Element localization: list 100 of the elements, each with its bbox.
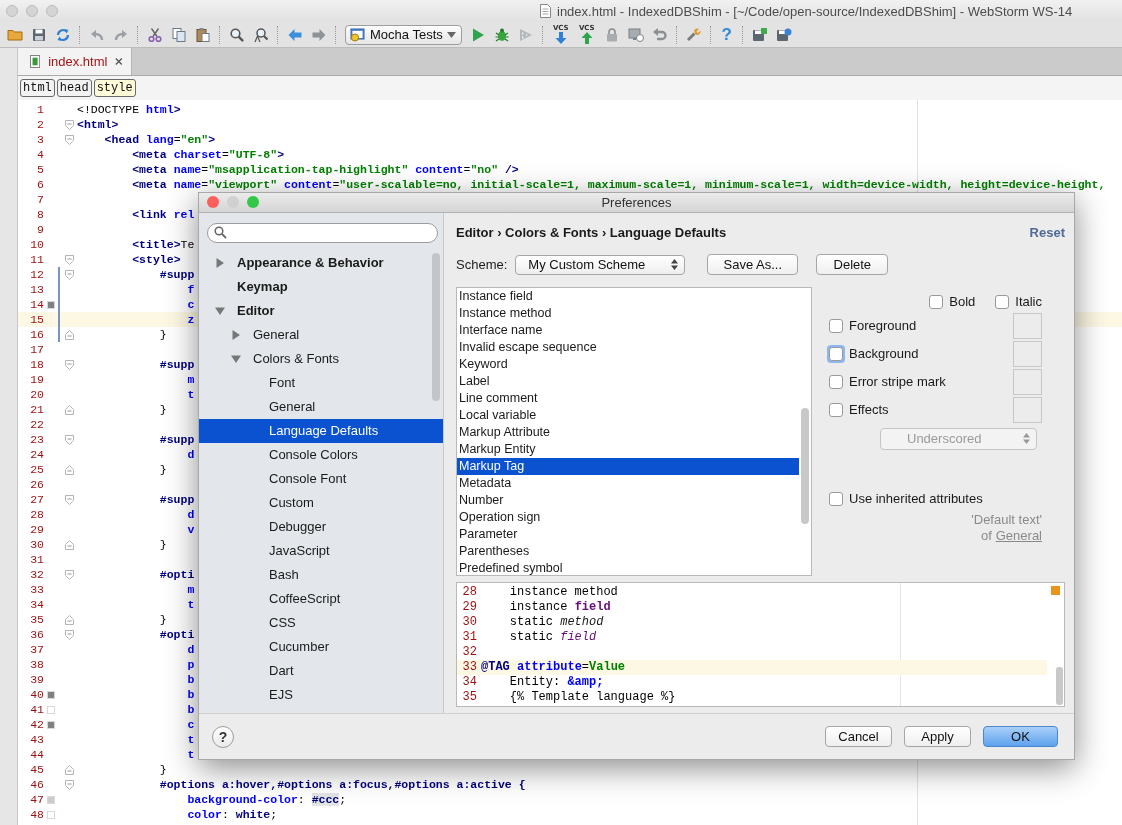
- fold-icon[interactable]: [65, 434, 74, 445]
- color-swatch[interactable]: [1013, 396, 1042, 423]
- monitor-icon[interactable]: [627, 26, 644, 43]
- fold-icon[interactable]: [65, 329, 74, 340]
- list-item[interactable]: Parameter: [457, 525, 799, 543]
- triangle-down-icon[interactable]: [215, 305, 225, 316]
- checkbox[interactable]: [929, 294, 944, 309]
- checkbox[interactable]: [829, 491, 843, 506]
- tree-item[interactable]: Appearance & Behavior: [199, 250, 443, 275]
- save-as-button[interactable]: Save As...: [707, 254, 799, 276]
- tree-item[interactable]: Cucumber: [199, 634, 443, 659]
- scrollbar[interactable]: [1056, 666, 1063, 705]
- breadcrumb[interactable]: style: [93, 79, 136, 97]
- fold-icon[interactable]: [65, 269, 74, 280]
- reset-link[interactable]: Reset: [1029, 225, 1065, 241]
- tree-item[interactable]: CoffeeScript: [199, 586, 443, 611]
- triangle-down-icon[interactable]: [231, 353, 241, 364]
- list-item[interactable]: Predefined symbol: [457, 559, 799, 575]
- tree-item[interactable]: Debugger: [199, 514, 443, 539]
- minimize-button[interactable]: [26, 5, 38, 17]
- list-item[interactable]: Operation sign: [457, 508, 799, 526]
- scrollbar[interactable]: [801, 407, 809, 524]
- cut-icon[interactable]: [147, 26, 163, 43]
- tree-item[interactable]: Console Colors: [199, 442, 443, 467]
- list-item[interactable]: Instance field: [457, 287, 799, 305]
- dialog-button[interactable]: Cancel: [825, 726, 892, 748]
- tree-item[interactable]: General: [199, 394, 443, 419]
- editor-tab[interactable]: index.html: [18, 48, 132, 75]
- tree-item[interactable]: Console Font: [199, 466, 443, 491]
- fold-icon[interactable]: [65, 464, 74, 475]
- checkbox[interactable]: [829, 402, 843, 417]
- bug-icon[interactable]: [493, 26, 510, 43]
- fold-icon[interactable]: [65, 254, 74, 265]
- zoom-button[interactable]: [247, 196, 259, 209]
- fold-icon[interactable]: [65, 764, 74, 775]
- list-item[interactable]: Parentheses: [457, 542, 799, 560]
- tree-item[interactable]: General: [199, 322, 443, 347]
- color-swatch[interactable]: [1013, 312, 1042, 339]
- fold-icon[interactable]: [65, 359, 74, 370]
- tree-item[interactable]: JavaScript: [199, 538, 443, 563]
- fold-icon[interactable]: [65, 404, 74, 415]
- fold-icon[interactable]: [65, 119, 74, 130]
- triangle-right-icon[interactable]: [215, 257, 225, 268]
- checkbox[interactable]: [829, 318, 843, 333]
- fold-icon[interactable]: [65, 569, 74, 580]
- checkered-arrow-icon[interactable]: [517, 26, 534, 43]
- fold-icon[interactable]: [65, 539, 74, 550]
- tree-item[interactable]: Colors & Fonts: [199, 346, 443, 371]
- list-item[interactable]: Instance method: [457, 304, 799, 322]
- zoom-button[interactable]: [46, 5, 58, 17]
- search-icon[interactable]: [229, 26, 245, 43]
- fold-icon[interactable]: [65, 494, 74, 505]
- dialog-button[interactable]: OK: [983, 726, 1058, 748]
- curved-arrow-icon[interactable]: [651, 26, 668, 43]
- minimize-button[interactable]: [227, 196, 239, 209]
- magnifier-icon[interactable]: [253, 26, 269, 43]
- paste-icon[interactable]: [195, 26, 211, 43]
- list-item[interactable]: Local variable: [457, 406, 799, 424]
- list-item[interactable]: Number: [457, 491, 799, 509]
- close-button[interactable]: [6, 5, 18, 17]
- color-swatch[interactable]: [1013, 368, 1042, 395]
- run-configuration-dropdown[interactable]: Mocha Tests: [345, 24, 462, 45]
- tree-item[interactable]: Custom: [199, 490, 443, 515]
- checkbox[interactable]: [995, 294, 1010, 309]
- fold-icon[interactable]: [65, 614, 74, 625]
- scheme-dropdown[interactable]: My Custom Scheme: [515, 254, 686, 275]
- list-item[interactable]: Markup Entity: [457, 440, 799, 458]
- list-item[interactable]: Metadata: [457, 474, 799, 492]
- close-icon[interactable]: [115, 57, 123, 66]
- tree-item[interactable]: Font: [199, 370, 443, 395]
- fold-icon[interactable]: [65, 629, 74, 640]
- breadcrumb[interactable]: head: [56, 79, 92, 97]
- color-swatch[interactable]: [1013, 340, 1042, 367]
- list-item[interactable]: Line comment: [457, 389, 799, 407]
- triangle-right-icon[interactable]: [231, 329, 241, 340]
- delete-button[interactable]: Delete: [816, 254, 889, 276]
- checkbox[interactable]: [829, 374, 843, 389]
- wrench-icon[interactable]: [685, 26, 702, 43]
- tree-item[interactable]: Bash: [199, 562, 443, 587]
- tree-item[interactable]: Dart: [199, 658, 443, 683]
- tree-item[interactable]: CSS: [199, 610, 443, 635]
- list-item[interactable]: Interface name: [457, 321, 799, 339]
- copy-icon[interactable]: [171, 26, 187, 43]
- fold-icon[interactable]: [65, 779, 74, 790]
- save-icon[interactable]: [31, 26, 47, 43]
- scrollbar[interactable]: [432, 252, 440, 401]
- back-arrow-icon[interactable]: [287, 26, 303, 43]
- close-button[interactable]: [207, 196, 219, 209]
- search-field[interactable]: [207, 222, 438, 243]
- tree-item[interactable]: Language Defaults: [199, 418, 443, 443]
- tree-item[interactable]: Editor: [199, 298, 443, 323]
- tree-item[interactable]: EJS: [199, 682, 443, 707]
- floppy-icon[interactable]: [751, 26, 768, 43]
- list-item[interactable]: Markup Tag: [457, 457, 799, 475]
- dialog-button[interactable]: Apply: [904, 726, 971, 748]
- list-item[interactable]: Invalid escape sequence: [457, 338, 799, 356]
- help-button[interactable]: ?: [212, 725, 234, 748]
- breadcrumb[interactable]: html: [20, 79, 55, 97]
- list-item[interactable]: Markup Attribute: [457, 423, 799, 441]
- list-item[interactable]: Label: [457, 372, 799, 390]
